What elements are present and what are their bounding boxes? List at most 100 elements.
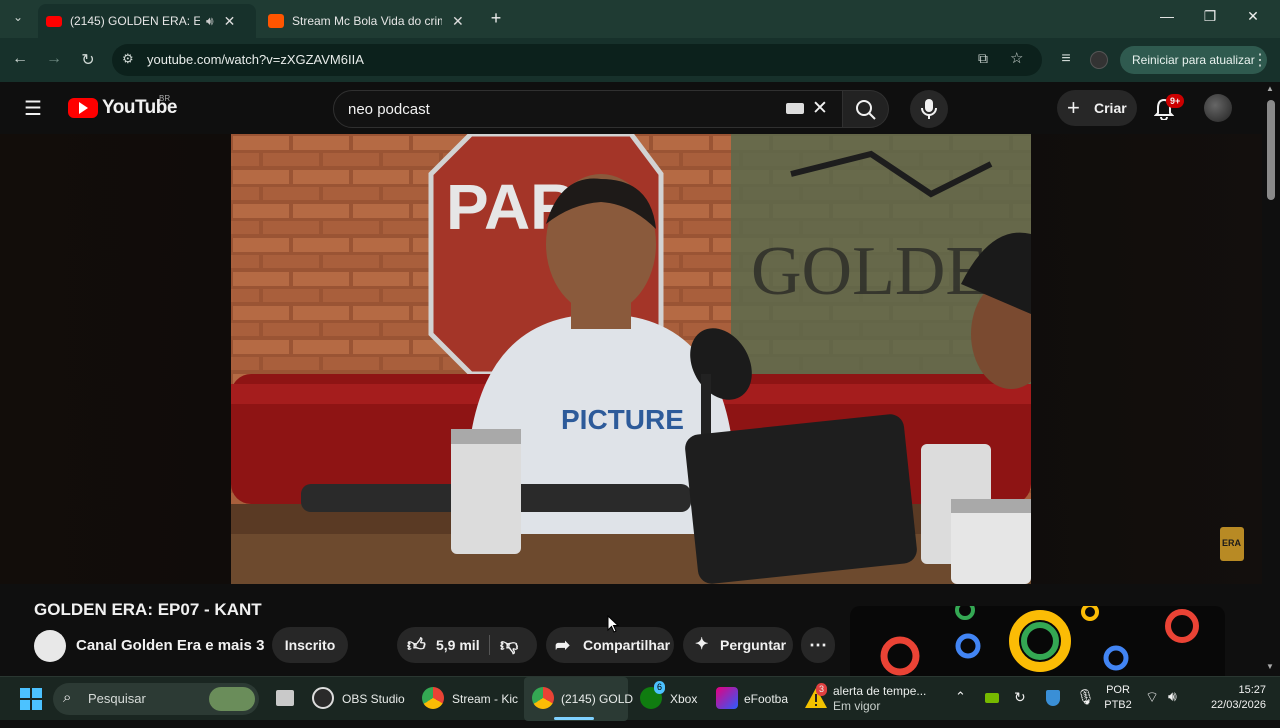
speaker-icon[interactable]: 🔊︎ (206, 14, 214, 29)
back-icon[interactable]: ← (10, 50, 30, 68)
keyboard-icon[interactable] (786, 103, 804, 114)
dislike-icon[interactable]: 👎︎ (500, 627, 518, 663)
video-frame: GOLDEN PARE PICTURE (231, 134, 1031, 584)
browser-menu-icon[interactable]: ⋮ (1250, 50, 1270, 70)
minimize-icon[interactable]: — (1157, 8, 1177, 24)
show-hidden-icons-chevron-icon[interactable]: ⌃ (955, 689, 966, 705)
taskbar-app-label: (2145) GOLD (561, 692, 634, 706)
task-view-icon[interactable] (276, 690, 294, 706)
taskbar-app-label: Stream - Kic (452, 692, 519, 706)
scroll-up-icon[interactable]: ▲ (1266, 84, 1274, 93)
taskbar-search-box[interactable]: ⌕ Pesquisar (53, 683, 259, 715)
tab-search-icon[interactable]: ⌄ (8, 10, 28, 24)
weather-subtitle: Em vigor (833, 699, 881, 713)
taskbar-search-placeholder: Pesquisar (88, 691, 146, 706)
language-line-1: POR (1106, 684, 1130, 696)
url-text: youtube.com/watch?v=zXGZAVM6IIA (147, 52, 364, 67)
install-app-icon[interactable]: ⧉ (978, 50, 988, 67)
browser-toolbar: ← → ↻ ⚙ youtube.com/watch?v=zXGZAVM6IIA … (0, 38, 1280, 82)
wifi-icon[interactable]: ⌔ (1145, 688, 1159, 707)
tab-youtube[interactable]: (2145) GOLDEN ERA: EP07 - KANT - YouTube… (38, 4, 256, 38)
clear-search-icon[interactable]: ✕ (812, 97, 828, 120)
reload-icon[interactable]: ↻ (78, 50, 98, 70)
watermark-text: ERA (1222, 538, 1242, 548)
tab-title: Stream Mc Bola Vida do crime ( (292, 14, 442, 28)
close-tab-icon[interactable]: ✕ (224, 13, 236, 30)
menu-icon[interactable]: ☰ (24, 96, 42, 121)
profile-avatar[interactable] (1090, 51, 1108, 69)
obs-icon (312, 687, 334, 709)
microphone-icon[interactable]: 🎙︎ (1076, 688, 1095, 706)
media-controls-icon[interactable]: ≡ (1056, 50, 1076, 68)
channel-avatar[interactable] (34, 630, 66, 662)
sync-icon[interactable]: ↻ (1014, 689, 1026, 706)
more-actions-button[interactable]: ⋯ (801, 627, 835, 663)
close-window-icon[interactable]: ✕ (1243, 8, 1263, 25)
youtube-logo-icon[interactable] (68, 98, 98, 118)
microphone-icon (921, 99, 937, 119)
tab-stream[interactable]: Stream Mc Bola Vida do crime ( ✕ (260, 4, 478, 38)
taskbar-app-xbox[interactable]: 6 Xbox (640, 677, 706, 721)
account-avatar[interactable] (1204, 94, 1232, 122)
subscribed-label: Inscrito (284, 637, 336, 653)
notification-badge: 9+ (1166, 94, 1185, 108)
weather-badge: 3 (816, 683, 828, 696)
site-settings-icon[interactable]: ⚙ (122, 51, 134, 67)
channel-name[interactable]: Canal Golden Era e mais 3 (76, 637, 264, 654)
efootball-icon (716, 687, 738, 709)
youtube-header: ☰ YouTube BR neo podcast ✕ + Criar 9+ (0, 82, 1262, 134)
clock-time: 15:27 (1238, 684, 1266, 696)
search-query: neo podcast (348, 101, 430, 118)
clock-date: 22/03/2026 (1210, 699, 1266, 711)
voice-search-button[interactable] (910, 90, 948, 128)
like-icon[interactable]: 👍︎ (407, 627, 426, 663)
notifications-button[interactable]: 9+ (1152, 94, 1185, 122)
video-player[interactable]: GOLDEN PARE PICTURE (231, 134, 1031, 584)
channel-watermark[interactable]: ERA (1220, 527, 1244, 561)
defender-shield-icon[interactable] (1046, 690, 1060, 706)
nvidia-icon[interactable] (985, 693, 999, 703)
divider (489, 635, 490, 655)
search-icon (856, 100, 876, 120)
more-icon: ⋯ (809, 635, 827, 655)
browser-tab-strip: ⌄ (2145) GOLDEN ERA: EP07 - KANT - YouTu… (0, 0, 1280, 38)
video-title: GOLDEN ERA: EP07 - KANT (34, 600, 262, 619)
volume-icon[interactable]: 🔊︎ (1168, 688, 1177, 705)
soundcloud-favicon-icon (268, 14, 284, 28)
mouse-cursor-icon (607, 615, 619, 633)
forward-icon[interactable]: → (44, 50, 64, 68)
create-button[interactable]: + Criar (1057, 90, 1137, 126)
windows-start-icon[interactable] (20, 688, 42, 710)
promo-banner[interactable] (850, 606, 1225, 676)
update-button[interactable]: Reiniciar para atualizar (1120, 46, 1267, 74)
new-tab-button[interactable]: + (486, 8, 506, 29)
taskbar-app-efootball[interactable]: eFootba (716, 677, 792, 721)
like-count[interactable]: 5,9 mil (436, 627, 480, 663)
search-button[interactable] (843, 90, 889, 128)
taskbar-app-label: Xbox (670, 692, 698, 706)
system-clock[interactable]: 15:27 22/03/2026 (1194, 683, 1266, 715)
taskbar-app-stream[interactable]: Stream - Kic (422, 677, 522, 721)
svg-text:PICTURE: PICTURE (561, 404, 684, 435)
like-dislike-group: 👍︎ 5,9 mil 👎︎ (397, 627, 537, 663)
search-input[interactable]: neo podcast ✕ (333, 90, 843, 128)
windows-taskbar: ⌕ Pesquisar OBS Studio Stream - Kic (214… (0, 676, 1280, 721)
bookmark-star-icon[interactable]: ☆ (1010, 49, 1023, 67)
scroll-thumb[interactable] (1267, 100, 1275, 200)
update-label: Reiniciar para atualizar (1132, 53, 1255, 67)
taskbar-app-obs[interactable]: OBS Studio (312, 677, 412, 721)
language-line-2: PTB2 (1104, 699, 1132, 711)
page-scrollbar[interactable]: ▲ ▼ (1262, 82, 1280, 676)
taskbar-app-youtube-active[interactable]: (2145) GOLD (524, 677, 633, 721)
scroll-down-icon[interactable]: ▼ (1266, 662, 1274, 671)
language-indicator[interactable]: POR PTB2 (1100, 683, 1136, 715)
close-tab-icon[interactable]: ✕ (452, 13, 464, 30)
share-label: Compartilhar (583, 637, 671, 653)
search-highlight-icon (209, 687, 255, 711)
restore-icon[interactable]: ❐ (1200, 8, 1220, 25)
address-bar[interactable]: ⚙ youtube.com/watch?v=zXGZAVM6IIA ⧉ ☆ (112, 44, 1042, 76)
subscribed-button[interactable]: Inscrito (272, 627, 348, 663)
weather-alert-widget[interactable]: 3 alerta de tempe... Em vigor (804, 677, 934, 721)
ask-button[interactable]: ✦ Perguntar (683, 627, 793, 663)
create-label: Criar (1094, 100, 1127, 116)
